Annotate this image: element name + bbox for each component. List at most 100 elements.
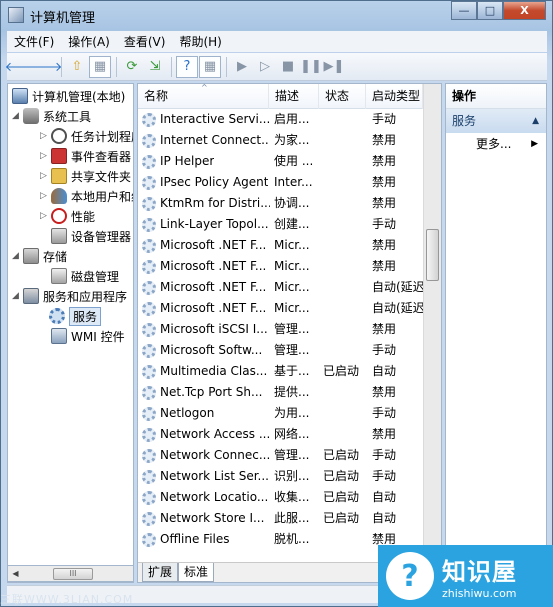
tab-extended[interactable]: 扩展	[142, 563, 179, 582]
restart-service-icon[interactable]: ▶❚	[323, 56, 345, 78]
table-row[interactable]: Network Connec... 管理... 已启动 手动	[138, 445, 423, 466]
tree-item-task-scheduler[interactable]: ▷ 任务计划程序	[38, 126, 133, 146]
minimize-button[interactable]: —	[451, 1, 477, 20]
users-icon	[51, 188, 67, 204]
table-row[interactable]: Microsoft .NET F... Micr... 自动(延迟	[138, 298, 423, 319]
submenu-arrow-icon: ▶	[531, 139, 538, 149]
column-header-status[interactable]: 状态	[319, 84, 366, 109]
tree-item-services-apps[interactable]: ◢ 服务和应用程序	[10, 286, 127, 306]
watermark-subtitle: zhishiwu.com	[442, 587, 517, 600]
title-bar[interactable]: 计算机管理 — □ X	[1, 1, 552, 29]
tree-item-label: 共享文件夹	[71, 169, 132, 184]
show-hide-tree-icon[interactable]: ▦	[89, 55, 111, 78]
tree-item-performance[interactable]: ▷ 性能	[38, 206, 95, 226]
tree-item-root[interactable]: 计算机管理(本地)	[10, 86, 125, 106]
scrollbar-thumb[interactable]: III	[53, 567, 93, 580]
scroll-left-icon[interactable]: ◀	[8, 569, 23, 578]
service-startup-type: 手动	[372, 406, 397, 420]
table-row[interactable]: Netlogon 为用... 手动	[138, 403, 423, 424]
service-name: Offline Files	[142, 529, 270, 550]
stop-service-icon[interactable]: ■	[277, 56, 299, 78]
service-name-text: Network Locatio...	[160, 490, 269, 504]
expand-arrow-icon[interactable]: ▷	[38, 171, 49, 181]
scrollbar-thumb[interactable]	[426, 229, 439, 281]
collapse-arrow-icon[interactable]: ◢	[10, 291, 21, 301]
collapse-arrow-icon[interactable]: ◢	[10, 111, 21, 121]
service-gear-icon	[142, 343, 156, 358]
table-row[interactable]: Microsoft .NET F... Micr... 禁用	[138, 235, 423, 256]
expand-arrow-icon[interactable]: ▷	[38, 211, 49, 221]
tree-item-device-manager[interactable]: 设备管理器	[49, 226, 131, 246]
tree-item-event-viewer[interactable]: ▷ 事件查看器	[38, 146, 131, 166]
table-row[interactable]: Network Locatio... 收集... 已启动 自动	[138, 487, 423, 508]
table-row[interactable]: Network Access ... 网络... 禁用	[138, 424, 423, 445]
forward-icon[interactable]: 🡒	[28, 56, 63, 78]
tree-horizontal-scrollbar[interactable]: ◀ III	[7, 565, 134, 582]
export-list-icon[interactable]: ⇲	[144, 56, 166, 78]
service-description: 收集...	[274, 490, 310, 504]
table-row[interactable]: Net.Tcp Port Sh... 提供... 禁用	[138, 382, 423, 403]
table-row[interactable]: Internet Connect... 为家... 禁用	[138, 130, 423, 151]
properties-icon[interactable]: ▦	[199, 55, 221, 78]
menu-help[interactable]: 帮助(H)	[172, 33, 228, 50]
expand-arrow-icon[interactable]: ▷	[38, 151, 49, 161]
service-status	[323, 382, 369, 403]
table-row[interactable]: Network Store I... 此服... 已启动 自动	[138, 508, 423, 529]
table-row[interactable]: IPsec Policy Agent Inter... 禁用	[138, 172, 423, 193]
up-level-icon[interactable]: ⇧	[66, 56, 88, 78]
menu-action[interactable]: 操作(A)	[61, 33, 117, 50]
tree-item-wmi[interactable]: WMI 控件	[49, 326, 125, 346]
column-header-name[interactable]: ^ 名称	[138, 84, 269, 109]
table-row[interactable]: Network List Ser... 识别... 已启动 手动	[138, 466, 423, 487]
actions-section-services[interactable]: 服务 ▲	[446, 109, 546, 133]
table-row[interactable]: KtmRm for Distri... 协调... 禁用	[138, 193, 423, 214]
table-row[interactable]: Microsoft Softw... 管理... 手动	[138, 340, 423, 361]
table-row[interactable]: Interactive Servi... 启用... 手动	[138, 109, 423, 130]
tree-item-storage[interactable]: ◢ 存储	[10, 246, 67, 266]
help-icon[interactable]: ?	[176, 55, 198, 78]
question-logo-icon: ?	[386, 552, 434, 600]
tools-icon	[23, 108, 39, 124]
service-description: Micr...	[274, 301, 310, 315]
start-service-icon[interactable]: ▶	[231, 56, 253, 78]
menu-view[interactable]: 查看(V)	[117, 33, 173, 50]
service-status	[323, 298, 369, 319]
close-button[interactable]: X	[503, 1, 546, 20]
tree-item-local-users[interactable]: ▷ 本地用户和组	[38, 186, 133, 206]
service-description: 管理...	[274, 448, 310, 462]
expand-arrow-icon[interactable]: ▷	[38, 191, 49, 201]
tree-item-disk-management[interactable]: 磁盘管理	[49, 266, 119, 286]
column-header-startup-type[interactable]: 启动类型	[366, 84, 423, 109]
service-name-text: IPsec Policy Agent	[160, 175, 269, 189]
list-vertical-scrollbar[interactable]: ▼	[423, 84, 441, 562]
service-status: 已启动	[323, 490, 360, 504]
service-name: Network Locatio...	[142, 487, 270, 508]
computer-management-icon	[8, 7, 24, 23]
column-header-description[interactable]: 描述	[269, 84, 319, 109]
table-row[interactable]: Link-Layer Topol... 创建... 手动	[138, 214, 423, 235]
maximize-button[interactable]: □	[477, 1, 503, 20]
service-startup-type: 禁用	[372, 259, 397, 273]
collapse-up-icon[interactable]: ▲	[532, 109, 539, 133]
service-status: 已启动	[323, 364, 360, 378]
table-row[interactable]: Multimedia Clas... 基于... 已启动 自动	[138, 361, 423, 382]
service-gear-icon	[142, 322, 156, 337]
pause-service-icon[interactable]: ❚❚	[300, 56, 322, 78]
tree-item-shared-folders[interactable]: ▷ 共享文件夹	[38, 166, 131, 186]
service-name: Link-Layer Topol...	[142, 214, 270, 235]
start-service-alt-icon[interactable]: ▷	[254, 56, 276, 78]
tree-item-system-tools[interactable]: ◢ 系统工具	[10, 106, 91, 126]
table-row[interactable]: IP Helper 使用 ... 禁用	[138, 151, 423, 172]
tree-item-services[interactable]: 服务	[47, 306, 102, 326]
refresh-icon[interactable]: ⟳	[121, 56, 143, 78]
service-status: 已启动	[323, 511, 360, 525]
actions-more[interactable]: 更多... ▶	[446, 133, 546, 155]
table-row[interactable]: Microsoft iSCSI I... 管理... 禁用	[138, 319, 423, 340]
table-row[interactable]: Microsoft .NET F... Micr... 禁用	[138, 256, 423, 277]
menu-file[interactable]: 文件(F)	[7, 33, 61, 50]
expand-arrow-icon[interactable]: ▷	[38, 131, 49, 141]
table-row[interactable]: Microsoft .NET F... Micr... 自动(延迟	[138, 277, 423, 298]
tab-standard[interactable]: 标准	[178, 563, 215, 582]
event-viewer-icon	[51, 148, 67, 164]
collapse-arrow-icon[interactable]: ◢	[10, 251, 21, 261]
